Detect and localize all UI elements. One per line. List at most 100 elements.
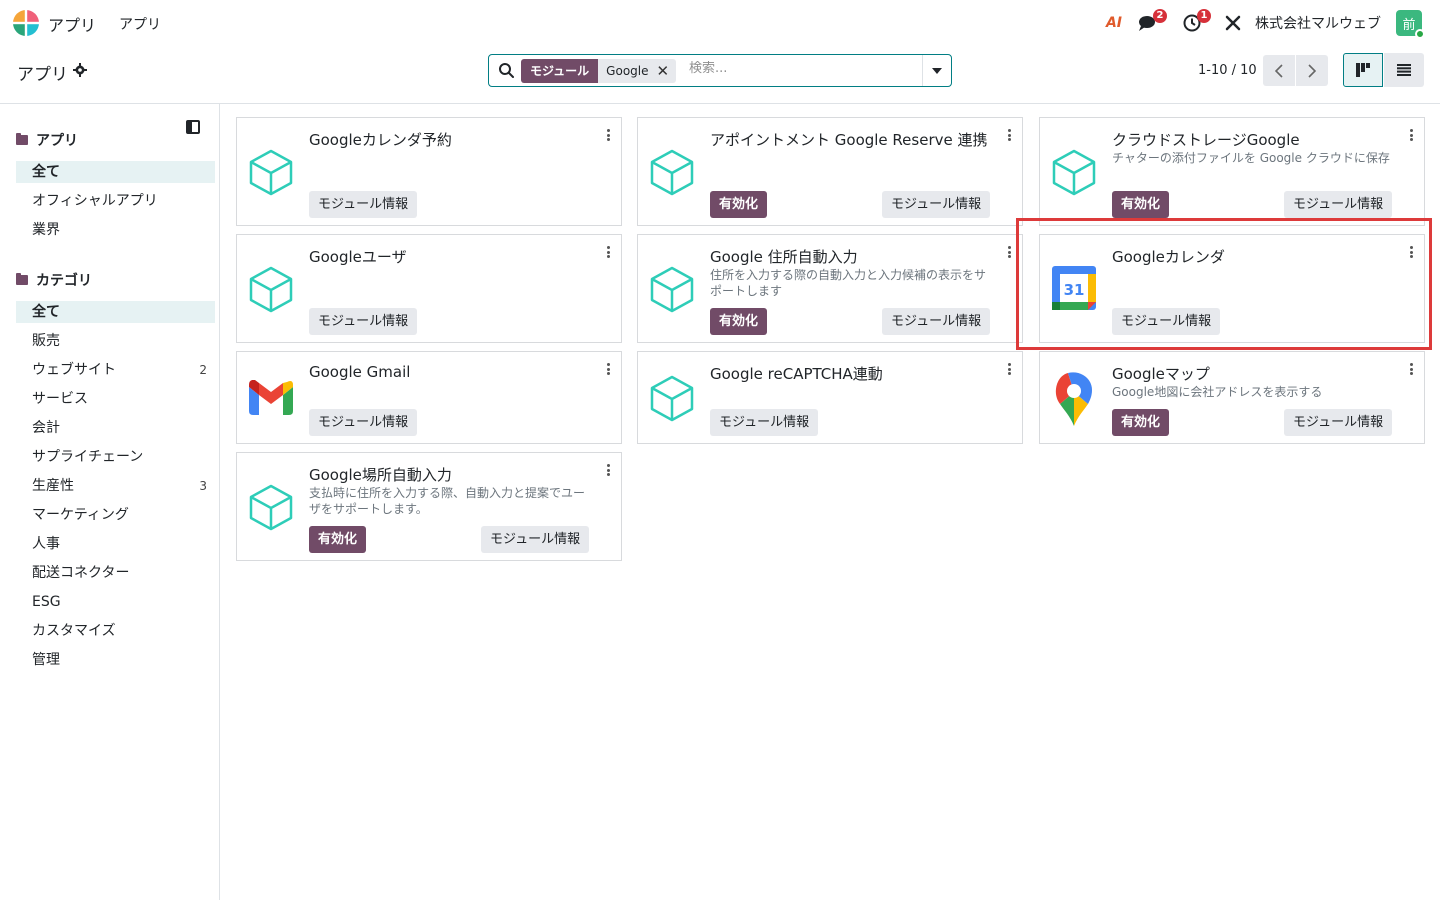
module-card[interactable]: クラウドストレージGoogle チャターの添付ファイルを Google クラウド… — [1039, 117, 1425, 226]
module-info-button[interactable]: モジュール情報 — [710, 409, 819, 436]
app-menu-logo-icon[interactable] — [12, 9, 40, 37]
more-options-icon[interactable] — [1406, 361, 1416, 377]
sidebar-item-sales[interactable]: 販売 — [16, 330, 215, 352]
module-cube-icon — [650, 266, 694, 313]
activate-button[interactable]: 有効化 — [1112, 409, 1170, 436]
module-card-google-calendar[interactable]: 31 Googleカレンダ モジュール情報 — [1039, 234, 1425, 343]
current-app-name[interactable]: アプリ — [48, 12, 96, 36]
module-card[interactable]: Googleユーザ モジュール情報 — [236, 234, 622, 343]
debug-tools-button[interactable] — [1222, 12, 1244, 34]
search-bar: モジュール Google ✕ — [488, 54, 952, 87]
company-switcher[interactable]: 株式会社マルウェブ — [1255, 13, 1381, 33]
presence-status-icon — [1415, 29, 1425, 39]
chevron-right-icon — [1308, 63, 1316, 78]
module-card[interactable]: Google Gmail モジュール情報 — [236, 351, 622, 444]
sidebar-item-count: 2 — [199, 363, 207, 377]
module-info-button[interactable]: モジュール情報 — [309, 409, 418, 436]
sidebar-item-shipping-connectors[interactable]: 配送コネクター — [16, 562, 215, 584]
module-title: クラウドストレージGoogle — [1112, 131, 1300, 149]
category-heading-label: カテゴリ — [36, 273, 92, 289]
sidebar-item-apps-all[interactable]: 全て — [16, 161, 215, 183]
activate-button[interactable]: 有効化 — [710, 308, 768, 335]
module-info-button[interactable]: モジュール情報 — [882, 308, 991, 335]
module-info-button[interactable]: モジュール情報 — [1284, 191, 1393, 218]
module-title: Google Gmail — [309, 363, 411, 381]
module-card[interactable]: Google reCAPTCHA連動 モジュール情報 — [637, 351, 1023, 444]
module-card[interactable]: Googleカレンダ予約 モジュール情報 — [236, 117, 622, 226]
chevron-left-icon — [1275, 63, 1283, 78]
activate-button[interactable]: 有効化 — [1112, 191, 1170, 218]
user-avatar[interactable]: 前 — [1396, 10, 1425, 39]
activate-button[interactable]: 有効化 — [710, 191, 768, 218]
module-info-button[interactable]: モジュール情報 — [1112, 308, 1221, 335]
pager-next-button[interactable] — [1296, 55, 1328, 86]
sidebar-item-industries[interactable]: 業界 — [16, 219, 215, 241]
search-icon[interactable] — [498, 62, 515, 79]
sidebar-item-administration[interactable]: 管理 — [16, 649, 215, 671]
remove-facet-icon[interactable]: ✕ — [657, 59, 670, 83]
search-options-toggle[interactable] — [922, 55, 951, 86]
module-info-button[interactable]: モジュール情報 — [309, 191, 418, 218]
sidebar-item-website[interactable]: ウェブサイト 2 — [16, 359, 215, 381]
kanban-icon — [1356, 63, 1370, 77]
module-cube-icon — [1052, 149, 1096, 196]
sidebar-item-esg[interactable]: ESG — [16, 591, 215, 613]
sidebar-item-productivity[interactable]: 生産性 3 — [16, 475, 215, 497]
more-options-icon[interactable] — [1004, 244, 1014, 260]
module-title: Googleカレンダ予約 — [309, 131, 452, 149]
module-title: Google reCAPTCHA連動 — [710, 365, 883, 383]
module-card[interactable]: Google場所自動入力 支払時に住所を入力する際、自動入力と提案でユーザをサポ… — [236, 452, 622, 561]
gear-icon[interactable] — [73, 63, 87, 81]
more-options-icon[interactable] — [1406, 127, 1416, 143]
ai-icon[interactable]: AI — [1103, 12, 1125, 34]
more-options-icon[interactable] — [1004, 361, 1014, 377]
more-options-icon[interactable] — [603, 127, 613, 143]
messages-badge: 2 — [1153, 9, 1167, 23]
more-options-icon[interactable] — [1004, 127, 1014, 143]
page-title: アプリ — [17, 65, 68, 85]
sidebar-item-accounting[interactable]: 会計 — [16, 417, 215, 439]
google-maps-icon — [1055, 372, 1092, 426]
module-description: 住所を入力する際の自動入力と入力候補の表示をサポートします — [710, 268, 987, 298]
menu-apps-link[interactable]: アプリ — [119, 14, 161, 34]
apps-filter-heading: アプリ — [16, 130, 78, 150]
calendar-day-number: 31 — [1064, 281, 1085, 299]
more-options-icon[interactable] — [1406, 244, 1416, 260]
more-options-icon[interactable] — [603, 462, 613, 478]
pager-value[interactable]: 1-10 / 10 — [1198, 63, 1257, 78]
module-info-button[interactable]: モジュール情報 — [481, 526, 590, 553]
pager-previous-button[interactable] — [1263, 55, 1295, 86]
folder-icon — [16, 273, 28, 285]
kanban-view-button[interactable] — [1343, 53, 1383, 87]
module-info-button[interactable]: モジュール情報 — [309, 308, 418, 335]
module-cube-icon — [650, 375, 694, 422]
more-options-icon[interactable] — [603, 361, 613, 377]
sidebar-item-marketing[interactable]: マーケティング — [16, 504, 215, 526]
sidebar-item-customizations[interactable]: カスタマイズ — [16, 620, 215, 642]
category-filter-heading: カテゴリ — [16, 270, 92, 290]
module-card[interactable]: アポイントメント Google Reserve 連携 有効化 モジュール情報 — [637, 117, 1023, 226]
sidebar-item-category-all[interactable]: 全て — [16, 301, 215, 323]
sidebar-collapse-icon[interactable] — [186, 120, 200, 134]
module-card[interactable]: Googleマップ Google地図に会社アドレスを表示する 有効化 モジュール… — [1039, 351, 1425, 444]
search-input[interactable] — [689, 61, 909, 76]
sidebar-item-official-apps[interactable]: オフィシャルアプリ — [16, 190, 215, 212]
list-view-button[interactable] — [1384, 53, 1424, 87]
more-options-icon[interactable] — [603, 244, 613, 260]
module-cube-icon — [650, 149, 694, 196]
module-card[interactable]: Google 住所自動入力 住所を入力する際の自動入力と入力候補の表示をサポート… — [637, 234, 1023, 343]
module-info-button[interactable]: モジュール情報 — [1284, 409, 1393, 436]
sidebar-item-services[interactable]: サービス — [16, 388, 215, 410]
module-cube-icon — [249, 266, 293, 313]
search-facet: モジュール Google ✕ — [521, 59, 677, 83]
messages-button[interactable]: 2 — [1137, 9, 1167, 34]
sidebar-item-supply-chain[interactable]: サプライチェーン — [16, 446, 215, 468]
list-icon — [1397, 64, 1411, 76]
module-info-button[interactable]: モジュール情報 — [882, 191, 991, 218]
activate-button[interactable]: 有効化 — [309, 526, 367, 553]
activities-button[interactable]: 1 — [1181, 9, 1211, 34]
facet-value: Google — [606, 64, 649, 78]
module-cube-icon — [249, 484, 293, 531]
folder-icon — [16, 133, 28, 145]
sidebar-item-hr[interactable]: 人事 — [16, 533, 215, 555]
